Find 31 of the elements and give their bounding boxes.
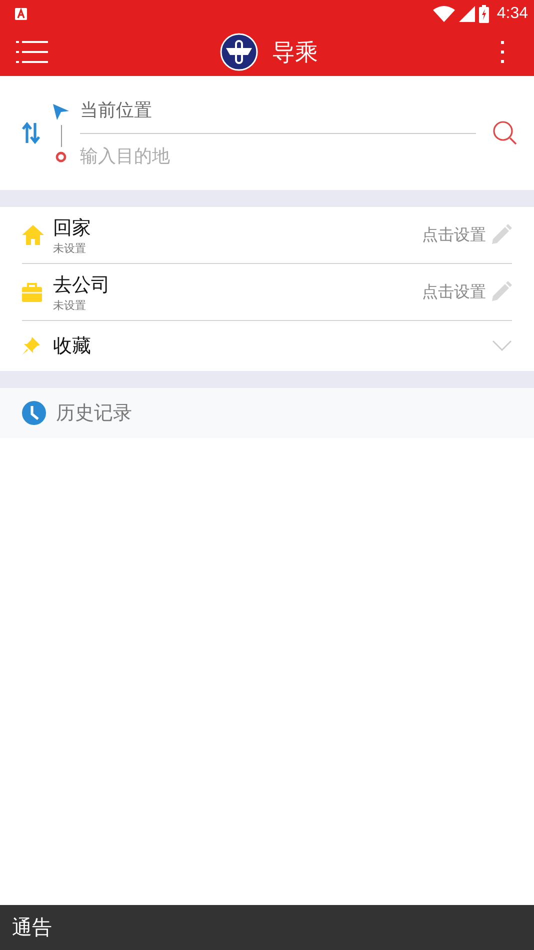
more-options-icon[interactable]: [500, 40, 506, 64]
signal-icon: [458, 6, 475, 22]
place-status: 未设置: [53, 240, 87, 256]
search-icon[interactable]: [492, 120, 518, 146]
origin-field[interactable]: 当前位置: [80, 86, 476, 134]
place-status: 未设置: [53, 298, 87, 312]
history-header[interactable]: 历史记录: [0, 388, 534, 438]
pushpin-icon: [22, 337, 40, 355]
destination-dot-icon: [55, 151, 67, 163]
destination-field[interactable]: 输入目的地: [80, 134, 476, 180]
app-title: 导乘: [272, 38, 318, 68]
logo-icon: [220, 33, 258, 71]
menu-icon[interactable]: [16, 40, 48, 64]
location-arrow-icon: [52, 103, 70, 121]
battery-icon: [478, 5, 489, 23]
place-title: 去公司: [53, 272, 111, 298]
clock-time: 4:34: [496, 5, 528, 23]
house-icon: [22, 225, 44, 245]
place-row[interactable]: 回家 未设置 点击设置: [22, 207, 512, 264]
wifi-icon: [432, 6, 455, 22]
place-title: 收藏: [53, 334, 92, 359]
app-notification-icon: [14, 7, 28, 21]
notice-title: 通告: [12, 914, 52, 941]
briefcase-icon: [22, 282, 42, 302]
clock-icon: [22, 401, 46, 425]
swap-icon[interactable]: [22, 122, 40, 144]
set-link[interactable]: 点击设置: [422, 224, 486, 246]
place-row[interactable]: 去公司 未设置 点击设置: [22, 264, 512, 321]
set-link[interactable]: 点击设置: [422, 282, 486, 302]
place-row[interactable]: 收藏: [22, 321, 512, 371]
place-title: 回家: [53, 216, 92, 240]
